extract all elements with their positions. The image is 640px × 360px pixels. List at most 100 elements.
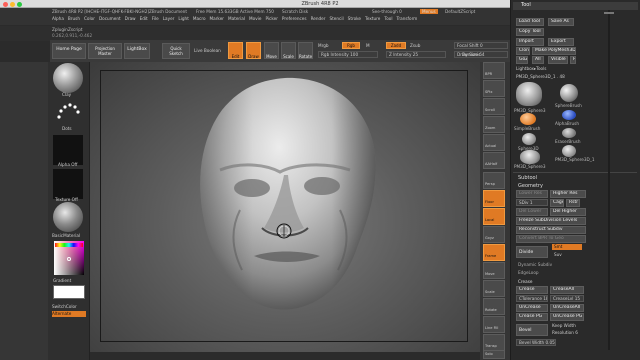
- cage-button[interactable]: Cage: [550, 199, 564, 207]
- shelf-button-frame[interactable]: Frame: [483, 244, 505, 261]
- smt-toggle[interactable]: Smt: [552, 244, 582, 250]
- scrollbar-grip[interactable]: [604, 12, 614, 14]
- keep-width-toggle[interactable]: Keep Width: [552, 323, 576, 328]
- home-page-button[interactable]: Home Page: [52, 43, 86, 59]
- crease-all-button[interactable]: CreaseAll: [550, 286, 584, 294]
- menu-item-material[interactable]: Material: [228, 16, 245, 21]
- tool-thumb-sphere3d[interactable]: [522, 133, 536, 145]
- switch-color-button[interactable]: SwitchColor: [52, 304, 77, 309]
- convert-bpr-button[interactable]: Convert BPR To Geo: [516, 235, 586, 243]
- tool-palette-header[interactable]: Tool: [513, 2, 638, 10]
- tool-thumb-alphabrush[interactable]: [562, 110, 576, 120]
- del-lower-button[interactable]: Del Lower: [516, 208, 548, 216]
- brush-thumbnail[interactable]: [53, 63, 83, 93]
- load-tool-button[interactable]: Load Tool: [516, 18, 544, 26]
- tray-scrollbar[interactable]: [608, 10, 610, 350]
- bevel-button[interactable]: Bevel: [516, 324, 548, 336]
- main-color-swatch[interactable]: [53, 285, 85, 299]
- minimize-window-button[interactable]: [10, 1, 15, 7]
- m-toggle[interactable]: M: [366, 43, 370, 48]
- move-mode-button[interactable]: Move: [264, 42, 279, 59]
- crease-section[interactable]: Crease: [518, 279, 532, 284]
- lightbox-tools-button[interactable]: Lightbox▸Tools: [516, 66, 546, 71]
- menu-item-tool[interactable]: Tool: [384, 16, 392, 21]
- shelf-button-local[interactable]: Local: [483, 208, 505, 225]
- tool-thumb-simplebrush[interactable]: [520, 113, 536, 125]
- uncrease-pg-button[interactable]: UnCrease PG: [550, 313, 584, 321]
- material-thumbnail[interactable]: [53, 202, 83, 232]
- import-button[interactable]: Import: [516, 38, 544, 46]
- zsub-toggle[interactable]: Zsub: [410, 43, 420, 48]
- make-polymesh-button[interactable]: Make PolyMesh3D: [532, 47, 576, 55]
- shelf-button-rotate[interactable]: Rotate: [483, 298, 505, 315]
- r-button[interactable]: R: [570, 56, 576, 64]
- close-window-button[interactable]: [3, 1, 8, 7]
- tool-thumb-eraserbrush[interactable]: [562, 128, 576, 138]
- shelf-button-floor[interactable]: Floor: [483, 190, 505, 207]
- lightbox-button[interactable]: LightBox: [124, 43, 150, 59]
- shelf-button-actual[interactable]: Actual: [483, 134, 505, 151]
- menu-item-marker[interactable]: Marker: [210, 16, 224, 21]
- menu-item-render[interactable]: Render: [311, 16, 326, 21]
- ctolerance-slider[interactable]: CTolerance 180: [516, 295, 548, 302]
- menu-item-transform[interactable]: Transform: [396, 16, 417, 21]
- shelf-button-transp[interactable]: Transp: [483, 334, 505, 351]
- shelf-button-scale[interactable]: Scale: [483, 280, 505, 297]
- uncrease-all-button[interactable]: UnCreaseAll: [550, 304, 584, 312]
- save-as-button[interactable]: Save As: [548, 18, 574, 26]
- menu-item-brush[interactable]: Brush: [68, 16, 80, 21]
- resolution-slider[interactable]: Resolution 6: [552, 330, 578, 335]
- menu-zscript[interactable]: Zscript: [68, 27, 83, 32]
- rotate-mode-button[interactable]: Rotate: [298, 42, 313, 59]
- menu-item-file[interactable]: File: [152, 16, 159, 21]
- shelf-button-gxyz[interactable]: Gxyz: [483, 226, 505, 243]
- see-through-slider[interactable]: See-through 0: [372, 9, 402, 14]
- draw-mode-button[interactable]: Draw: [246, 42, 261, 59]
- tool-thumb-spherebrush[interactable]: [560, 84, 578, 102]
- hue-strip[interactable]: [55, 243, 83, 247]
- clone-button[interactable]: Clone: [516, 47, 530, 55]
- quick-sketch-button[interactable]: Quick Sketch: [162, 43, 190, 59]
- focal-shift-slider[interactable]: Focal Shift 0: [454, 42, 508, 49]
- shelf-button-scroll[interactable]: Scroll: [483, 98, 505, 115]
- stroke-thumbnail[interactable]: [53, 100, 83, 124]
- edgeloop-section[interactable]: EdgeLoop: [518, 270, 539, 275]
- menu-item-draw[interactable]: Draw: [125, 16, 136, 21]
- shelf-button-bpr[interactable]: BPR: [483, 62, 505, 79]
- dynamic-toggle[interactable]: Dynamic: [462, 52, 480, 57]
- crease-button[interactable]: Crease: [516, 286, 548, 294]
- menu-zplugin[interactable]: Zplugin: [52, 27, 68, 32]
- zoom-window-button[interactable]: [17, 1, 22, 7]
- menu-item-texture[interactable]: Texture: [365, 16, 380, 21]
- menus-toggle[interactable]: Menus: [420, 9, 438, 14]
- higher-res-button[interactable]: Higher Res: [550, 190, 586, 198]
- shelf-button-move[interactable]: Move: [483, 262, 505, 279]
- menu-item-stencil[interactable]: Stencil: [329, 16, 343, 21]
- freeze-subdiv-button[interactable]: Freeze SubDivision Levels: [516, 217, 586, 225]
- menu-item-light[interactable]: Light: [178, 16, 188, 21]
- z-intensity-slider[interactable]: Z Intensity 25: [386, 51, 446, 58]
- tool-thumb-pm3d-sphere[interactable]: [562, 145, 576, 157]
- menu-item-layer[interactable]: Layer: [163, 16, 175, 21]
- del-higher-button[interactable]: Del Higher: [550, 208, 586, 216]
- rgb-intensity-slider[interactable]: Rgb Intensity 100: [318, 51, 378, 58]
- rstr-button[interactable]: Rstr: [566, 199, 580, 207]
- alpha-thumbnail[interactable]: [53, 135, 83, 165]
- all-button[interactable]: All: [532, 56, 544, 64]
- subtool-section[interactable]: Subtool: [518, 175, 537, 181]
- rgb-toggle[interactable]: Rgb: [342, 42, 360, 49]
- dynamic-subdiv-section[interactable]: Dynamic Subdiv: [518, 262, 552, 267]
- alternate-button[interactable]: Alternate: [52, 311, 86, 317]
- lower-res-button[interactable]: Lower Res: [516, 190, 548, 198]
- texture-thumbnail[interactable]: [53, 169, 83, 199]
- menu-item-edit[interactable]: Edit: [140, 16, 148, 21]
- projection-master-button[interactable]: Projection Master: [88, 43, 122, 59]
- sdiv-slider[interactable]: SDiv 1: [516, 199, 548, 206]
- bevel-width-slider[interactable]: Bevel Width 0.05: [516, 339, 556, 346]
- menu-item-macro[interactable]: Macro: [193, 16, 206, 21]
- export-button[interactable]: Export: [548, 38, 574, 46]
- goz-button[interactable]: GoZ: [516, 56, 528, 64]
- menu-item-color[interactable]: Color: [84, 16, 95, 21]
- uncrease-button[interactable]: UnCrease: [516, 304, 548, 312]
- shelf-button-persp[interactable]: Persp: [483, 172, 505, 189]
